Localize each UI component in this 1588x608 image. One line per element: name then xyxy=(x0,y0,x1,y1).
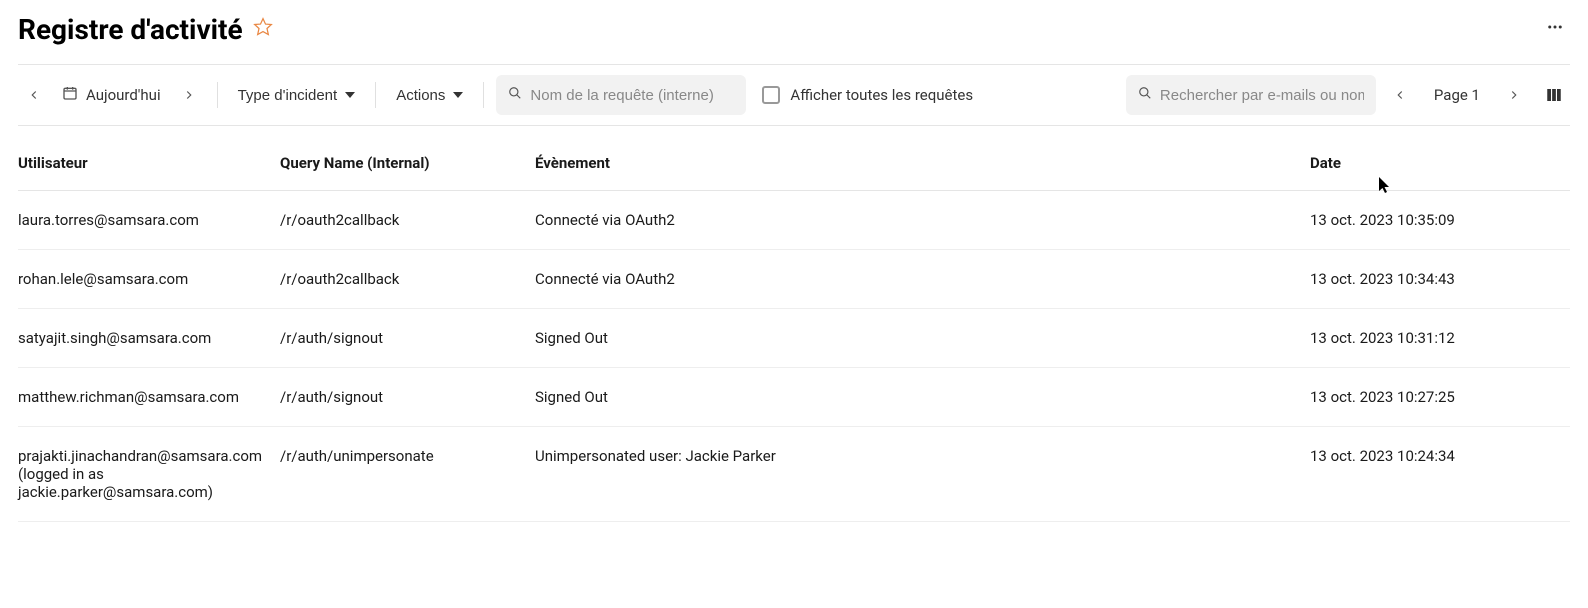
toolbar: Aujourd'hui Type d'incident Actions xyxy=(18,65,1570,125)
cell-date: 13 oct. 2023 10:31:12 xyxy=(1310,309,1570,368)
col-header-query[interactable]: Query Name (Internal) xyxy=(280,126,535,191)
date-range-label: Aujourd'hui xyxy=(86,86,161,104)
table-row[interactable]: rohan.lele@samsara.com/r/oauth2callbackC… xyxy=(18,250,1570,309)
activity-table: Utilisateur Query Name (Internal) Évènem… xyxy=(18,126,1570,522)
date-prev-button[interactable] xyxy=(18,77,50,113)
cell-query: /r/auth/signout xyxy=(280,309,535,368)
caret-down-icon xyxy=(345,87,355,104)
cell-user: rohan.lele@samsara.com xyxy=(18,250,280,309)
cell-user: matthew.richman@samsara.com xyxy=(18,368,280,427)
search-email-input[interactable] xyxy=(1160,87,1364,104)
cell-date: 13 oct. 2023 10:34:43 xyxy=(1310,250,1570,309)
calendar-icon xyxy=(62,85,78,105)
divider xyxy=(483,82,484,108)
col-header-date[interactable]: Date xyxy=(1310,126,1570,191)
page-indicator: Page 1 xyxy=(1424,86,1490,104)
cell-event: Connecté via OAuth2 xyxy=(535,191,1310,250)
cell-event: Unimpersonated user: Jackie Parker xyxy=(535,427,1310,522)
search-email-box[interactable] xyxy=(1126,75,1376,115)
search-query-box[interactable] xyxy=(496,75,746,115)
cell-event: Connecté via OAuth2 xyxy=(535,250,1310,309)
col-header-user[interactable]: Utilisateur xyxy=(18,126,280,191)
show-all-label: Afficher toutes les requêtes xyxy=(790,86,973,104)
caret-down-icon xyxy=(453,87,463,104)
cell-date: 13 oct. 2023 10:24:34 xyxy=(1310,427,1570,522)
search-icon xyxy=(1138,86,1152,104)
date-next-button[interactable] xyxy=(173,77,205,113)
page-header: Registre d'activité xyxy=(18,12,1570,64)
cell-event: Signed Out xyxy=(535,309,1310,368)
actions-label: Actions xyxy=(396,87,445,104)
cell-query: /r/oauth2callback xyxy=(280,250,535,309)
col-header-event[interactable]: Évènement xyxy=(535,126,1310,191)
cell-event: Signed Out xyxy=(535,368,1310,427)
cell-date: 13 oct. 2023 10:27:25 xyxy=(1310,368,1570,427)
date-range-selector[interactable]: Aujourd'hui xyxy=(58,85,165,105)
table-row[interactable]: laura.torres@samsara.com/r/oauth2callbac… xyxy=(18,191,1570,250)
search-icon xyxy=(508,86,522,104)
more-menu-icon[interactable] xyxy=(1540,12,1570,46)
table-row[interactable]: prajakti.jinachandran@samsara.com (logge… xyxy=(18,427,1570,522)
table-row[interactable]: matthew.richman@samsara.com/r/auth/signo… xyxy=(18,368,1570,427)
cell-query: /r/auth/unimpersonate xyxy=(280,427,535,522)
cell-user: laura.torres@samsara.com xyxy=(18,191,280,250)
columns-settings-button[interactable] xyxy=(1538,77,1570,113)
divider xyxy=(217,82,218,108)
checkbox-box[interactable] xyxy=(762,86,780,104)
cell-date: 13 oct. 2023 10:35:09 xyxy=(1310,191,1570,250)
divider xyxy=(375,82,376,108)
page-prev-button[interactable] xyxy=(1384,77,1416,113)
show-all-requests-checkbox[interactable]: Afficher toutes les requêtes xyxy=(754,86,981,104)
page-next-button[interactable] xyxy=(1498,77,1530,113)
incident-type-label: Type d'incident xyxy=(238,87,338,104)
search-query-input[interactable] xyxy=(530,87,734,104)
table-row[interactable]: satyajit.singh@samsara.com/r/auth/signou… xyxy=(18,309,1570,368)
incident-type-dropdown[interactable]: Type d'incident xyxy=(230,77,364,113)
cell-user: prajakti.jinachandran@samsara.com (logge… xyxy=(18,427,280,522)
actions-dropdown[interactable]: Actions xyxy=(388,77,471,113)
cell-query: /r/oauth2callback xyxy=(280,191,535,250)
cell-user: satyajit.singh@samsara.com xyxy=(18,309,280,368)
favorite-star-icon[interactable] xyxy=(253,17,273,41)
page-title: Registre d'activité xyxy=(18,13,243,46)
cell-query: /r/auth/signout xyxy=(280,368,535,427)
